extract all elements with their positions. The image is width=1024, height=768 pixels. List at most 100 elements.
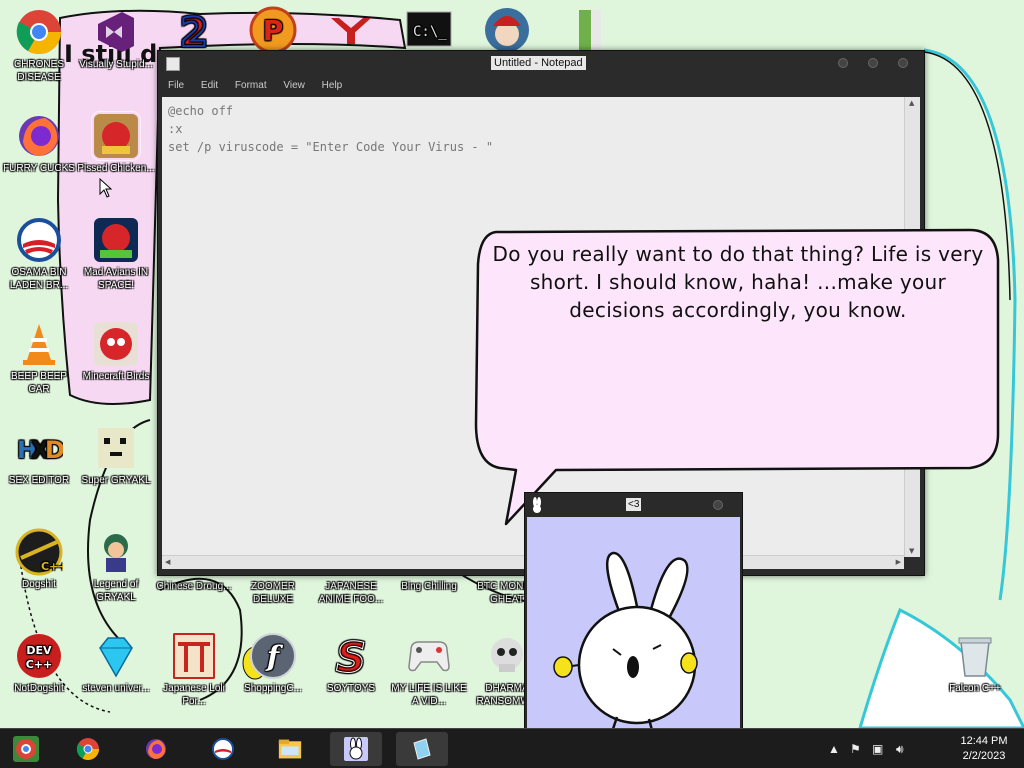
torii-icon xyxy=(173,633,215,679)
bunny-window[interactable]: <3 xyxy=(524,492,743,762)
desktop-icon-13[interactable]: ZOOMER DELUXE xyxy=(234,580,312,606)
mouse-cursor-icon xyxy=(99,178,113,198)
desktop-icon-5[interactable]: Mad Avians IN SPACE! xyxy=(77,216,155,292)
desktop-icon-11[interactable]: Legend of GRYAKL xyxy=(77,528,155,604)
desktop-icon-label: ZOOMER DELUXE xyxy=(251,581,295,605)
desktop-icon-label: Chinese Droug... xyxy=(156,581,232,592)
desktop-icon-21[interactable]: S SOYTOYS xyxy=(312,632,390,695)
menu-help[interactable]: Help xyxy=(322,77,343,95)
desktop-icon-label: Legend of GRYAKL xyxy=(93,579,139,603)
text-line: set /p viruscode = "Enter Code Your Viru… xyxy=(168,140,494,154)
desktop-icon-22[interactable]: MY LIFE IS LIKE A VID... xyxy=(390,632,468,708)
desktop-icon-label: Bing Chilling xyxy=(401,581,457,592)
menu-file[interactable]: File xyxy=(168,77,184,95)
pixel-hero-icon xyxy=(104,534,128,572)
desktop-icon-19[interactable]: Japanese Loli Por... xyxy=(155,632,233,708)
bunny-titlebar[interactable]: <3 xyxy=(525,493,742,517)
desktop-icon-14[interactable]: JAPANESE ANIME FOO... xyxy=(312,580,390,606)
action-center-flag-icon[interactable]: ⚑ xyxy=(850,742,861,756)
desktop-icon-label: CHRONES DISEASE xyxy=(13,59,64,83)
minimize-button[interactable] xyxy=(838,58,848,68)
desktop-icon-0[interactable]: CHRONES DISEASE xyxy=(0,8,78,84)
scroll-down-icon[interactable]: ▼ xyxy=(909,547,914,555)
angry-birds-icon xyxy=(94,322,138,366)
text-line: @echo off xyxy=(168,104,234,118)
desktop-icon-20[interactable]: f ShoppingC... xyxy=(234,632,312,695)
folder-book-icon[interactable] xyxy=(546,6,624,56)
taskbar-chrome-button[interactable] xyxy=(62,732,114,766)
red-bird-logo-icon[interactable] xyxy=(312,6,390,56)
svg-text:2: 2 xyxy=(180,10,208,54)
scroll-up-icon[interactable]: ▲ xyxy=(909,99,914,107)
desktop-icon-9[interactable]: Super GRYAKL xyxy=(77,424,155,487)
bunny-app-icon xyxy=(533,497,541,513)
desktop-icon-label: OSAMA BIN LADEN BR... xyxy=(9,267,69,291)
clock-time: 12:44 PM xyxy=(960,735,1008,747)
flash-icon: f xyxy=(250,633,296,679)
desktop-icon-label: Japanese Loli Por... xyxy=(163,683,225,707)
taskbar-obama-button[interactable] xyxy=(197,732,249,766)
desktop-icon-12[interactable]: Chinese Droug... xyxy=(155,580,233,593)
svg-text:S: S xyxy=(336,633,366,680)
desktop-icon-label: Super GRYAKL xyxy=(81,475,151,486)
taskbar-bunny-button[interactable] xyxy=(330,732,382,766)
desktop-icon-label: Dogshit xyxy=(22,579,56,590)
p-ball-icon-glyph: P xyxy=(249,6,297,54)
desktop-icon-label: SOYTOYS xyxy=(326,683,376,694)
desktop-icon-label: NotDogshit xyxy=(14,683,64,694)
taskbar-explorer-button[interactable] xyxy=(264,732,316,766)
obama-logo-icon xyxy=(212,738,234,760)
text-line: :x xyxy=(168,122,183,136)
number-2-icon[interactable]: 2 xyxy=(155,6,233,56)
desktop-icon-label: BEEP BEEP CAR xyxy=(11,371,67,395)
desktop-icon-15[interactable]: Bing Chilling xyxy=(390,580,468,593)
desktop-icon-8[interactable]: H X D SEX EDITOR xyxy=(0,424,78,487)
scroll-right-icon[interactable]: ▶ xyxy=(896,558,901,566)
p-ball-icon[interactable]: P xyxy=(234,6,312,56)
menu-format[interactable]: Format xyxy=(235,77,267,95)
pixel-cat-icon xyxy=(98,428,134,468)
menu-view[interactable]: View xyxy=(283,77,305,95)
desktop-icon-2[interactable]: FURRY CUCKS xyxy=(0,112,78,175)
taskbar-clock[interactable]: 12:44 PM 2/2/2023 xyxy=(952,734,1016,764)
desktop-icon-7[interactable]: Minecraft Birds xyxy=(77,320,155,383)
desktop-icon-6[interactable]: BEEP BEEP CAR xyxy=(0,320,78,396)
desktop-icon-24[interactable]: Falcon C++ xyxy=(936,632,1014,695)
maximize-button[interactable] xyxy=(868,58,878,68)
desktop-icon-17[interactable]: DEV C++ NotDogshit xyxy=(0,632,78,695)
taskbar: ▲ ⚑ ▣ 🔊︎ 12:44 PM 2/2/2023 xyxy=(0,728,1024,768)
cmd-icon-glyph: C:\_ xyxy=(406,11,452,47)
recycle-bin-icon xyxy=(958,637,992,677)
notepad-titlebar[interactable]: Untitled - Notepad xyxy=(158,51,924,77)
desktop-icon-3[interactable]: Pissed Chicken... xyxy=(77,111,155,175)
svg-text:P: P xyxy=(263,14,284,47)
start-chrome-icon xyxy=(13,736,39,762)
show-hidden-icons-icon[interactable]: ▲ xyxy=(828,742,840,756)
file-explorer-icon xyxy=(278,739,302,759)
diamond-icon xyxy=(99,637,133,678)
speech-bubble-text: Do you really want to do that thing? Lif… xyxy=(492,242,984,322)
bunny-close-button[interactable] xyxy=(713,500,723,510)
menu-edit[interactable]: Edit xyxy=(201,77,218,95)
chrome-icon xyxy=(16,10,61,54)
santa-icon[interactable] xyxy=(468,6,546,56)
system-tray: ▲ ⚑ ▣ 🔊︎ 12:44 PM 2/2/2023 xyxy=(826,729,1016,768)
start-button[interactable] xyxy=(2,732,54,766)
clock-date: 2/2/2023 xyxy=(962,750,1006,762)
taskbar-firefox-button[interactable] xyxy=(130,732,182,766)
desktop-icon-label: SEX EDITOR xyxy=(8,475,70,486)
cmd-icon[interactable]: C:\_ xyxy=(390,6,468,56)
desktop-icon-label: JAPANESE ANIME FOO... xyxy=(318,581,384,605)
desktop-icon-1[interactable]: Visually Stupid... xyxy=(77,8,155,71)
firefox-icon xyxy=(146,739,166,759)
desktop-icon-18[interactable]: steven univer... xyxy=(77,632,155,695)
network-icon[interactable]: ▣ xyxy=(872,742,883,756)
scroll-left-icon[interactable]: ◀ xyxy=(165,558,170,566)
volume-icon[interactable]: 🔊︎ xyxy=(896,742,904,757)
desktop-icon-10[interactable]: C++ Dogshit xyxy=(0,528,78,591)
desktop-icon-4[interactable]: OSAMA BIN LADEN BR... xyxy=(0,216,78,292)
obama-logo-icon xyxy=(17,218,61,262)
taskbar-notepad-button[interactable] xyxy=(396,732,448,766)
notepad-menubar: File Edit Format View Help xyxy=(158,77,924,95)
close-button[interactable] xyxy=(898,58,908,68)
